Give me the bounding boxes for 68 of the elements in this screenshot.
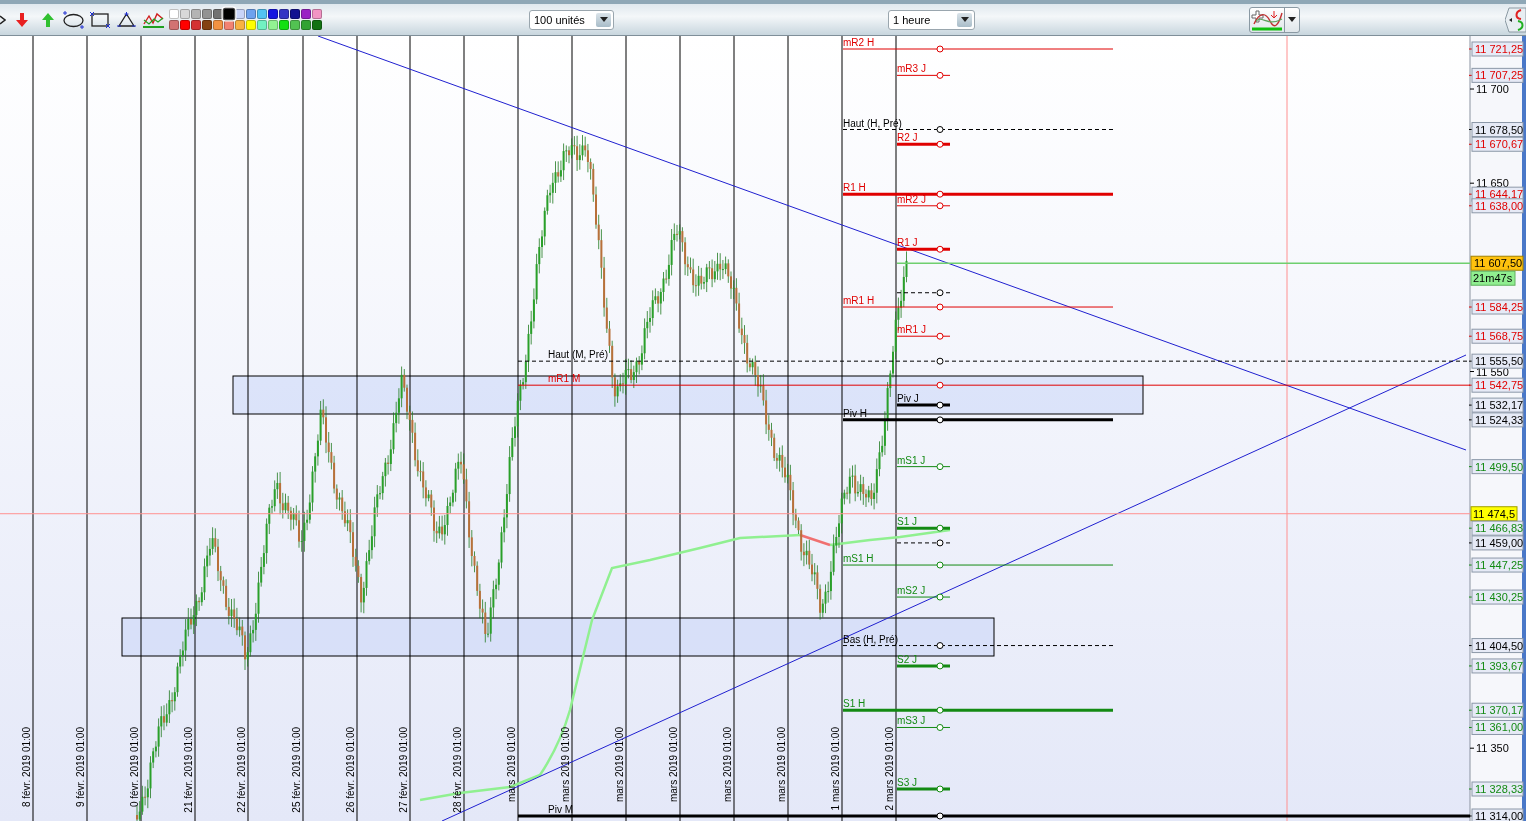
level-label: mR1 J xyxy=(897,324,926,336)
level-label: S2 J xyxy=(897,653,917,665)
price-label: 11 670,67 xyxy=(1468,136,1524,152)
date-label: mars 2019 01:00 xyxy=(614,727,625,803)
price-label: 11 370,17 xyxy=(1468,702,1524,718)
price-label: 11 532,17 xyxy=(1468,397,1524,413)
date-label: mars 2019 01:00 xyxy=(560,727,571,803)
price-label: 11 638,00 xyxy=(1468,198,1524,214)
price-label: 11 555,50 xyxy=(1468,353,1524,369)
price-label: 11 568,75 xyxy=(1468,328,1524,344)
price-label: 11 361,00 xyxy=(1468,720,1524,735)
price-label: 11 707,25 xyxy=(1468,67,1524,83)
price-label: 11 584,25 xyxy=(1468,299,1524,315)
date-label: 0 févr. 2019 01:00 xyxy=(129,727,140,808)
price-label: 11 393,67 xyxy=(1468,658,1524,674)
level-label: Haut (M, Pré) xyxy=(548,349,608,361)
level-label: S3 J xyxy=(897,777,917,788)
date-label: 2 mars 2019 01:00 xyxy=(884,727,895,811)
date-label: 28 févr. 2019 01:00 xyxy=(452,727,463,813)
level-label: R2 J xyxy=(897,132,918,144)
level-label: Bas (H, Pré) xyxy=(843,633,898,645)
last-price-label: 11 607,50 xyxy=(1470,255,1524,271)
level-label: Piv H xyxy=(843,407,867,419)
level-label: mS2 J xyxy=(897,585,926,597)
level-label: mS1 H xyxy=(843,553,874,565)
units-dropdown[interactable]: 100 unités xyxy=(529,9,614,30)
level-label: mS3 J xyxy=(897,715,926,727)
level-label: mS1 J xyxy=(897,454,926,466)
level-label: Piv M xyxy=(548,804,573,815)
date-label: 22 févr. 2019 01:00 xyxy=(236,727,247,813)
date-label: 26 févr. 2019 01:00 xyxy=(345,727,356,813)
level-label: R1 H xyxy=(843,182,866,194)
timeframe-dropdown[interactable]: 1 heure xyxy=(888,9,975,30)
axis-tick-label: 11 700 xyxy=(1469,83,1509,95)
level-label: mR1 M xyxy=(548,373,581,385)
axis-tick-label: 11 350 xyxy=(1469,742,1509,755)
price-label: 11 404,50 xyxy=(1468,638,1524,654)
price-label: 11 499,50 xyxy=(1468,459,1524,475)
date-label: 8 févr. 2019 01:00 xyxy=(21,727,32,808)
price-label: 11 430,25 xyxy=(1468,589,1524,605)
price-label: 11 678,50 xyxy=(1468,122,1524,137)
date-label: mars 2019 01:00 xyxy=(506,727,517,803)
price-label: 11 314,00 xyxy=(1468,808,1524,821)
price-label: 11 542,75 xyxy=(1468,377,1524,393)
date-label: mars 2019 01:00 xyxy=(668,727,679,803)
date-label: 25 févr. 2019 01:00 xyxy=(291,727,302,813)
price-label: 11 466,83 xyxy=(1468,520,1524,536)
level-label: mR3 J xyxy=(897,63,926,75)
level-label: R1 J xyxy=(897,237,918,249)
date-label: 27 févr. 2019 01:00 xyxy=(398,727,409,813)
level-label: Haut (H, Pré) xyxy=(843,117,902,129)
cursor-price-label: 11 474,5 xyxy=(1470,506,1518,522)
level-label: mR2 J xyxy=(897,193,926,205)
date-label: 9 févr. 2019 01:00 xyxy=(75,727,86,808)
date-label: mars 2019 01:00 xyxy=(722,727,733,803)
date-label: mars 2019 01:00 xyxy=(776,727,787,803)
price-label: 11 459,00 xyxy=(1468,535,1524,551)
level-label: S1 J xyxy=(897,516,917,528)
countdown-label: 21m47s xyxy=(1470,270,1516,286)
date-label: 1 mars 2019 01:00 xyxy=(830,727,841,811)
price-label: 11 721,25 xyxy=(1468,41,1524,57)
level-label: S1 H xyxy=(843,698,866,710)
level-label: mR1 H xyxy=(843,295,875,306)
level-label: mR2 H xyxy=(843,37,875,48)
price-label: 11 328,33 xyxy=(1468,781,1524,797)
level-label: Piv J xyxy=(897,393,919,405)
date-label: 21 févr. 2019 01:00 xyxy=(183,727,194,813)
price-label: 11 447,25 xyxy=(1468,557,1524,573)
